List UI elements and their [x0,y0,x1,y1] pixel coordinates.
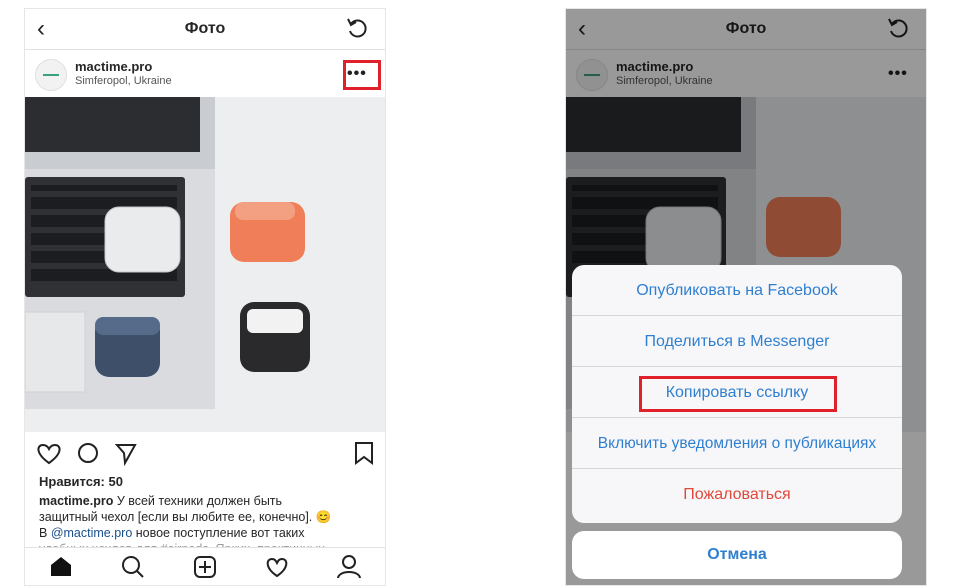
post-actions [37,442,373,467]
action-sheet: Опубликовать на Facebook Поделиться в Me… [572,265,902,523]
caption-emoji: 😊 [315,510,332,524]
turn-on-notifications-option[interactable]: Включить уведомления о публикациях [572,418,902,469]
highlight-box-more [343,60,381,90]
post-username[interactable]: mactime.pro [75,59,152,74]
like-icon[interactable] [37,443,61,465]
caption-mention[interactable]: @mactime.pro [51,526,132,540]
cancel-button[interactable]: Отмена [572,531,902,579]
bookmark-icon[interactable] [355,442,373,465]
caption-username[interactable]: mactime.pro [39,494,113,508]
share-facebook-option[interactable]: Опубликовать на Facebook [572,265,902,316]
heart-icon[interactable] [266,557,288,578]
post-photo[interactable] [25,97,385,432]
share-icon[interactable] [114,444,137,467]
post-header: mactime.pro Simferopol, Ukraine ••• [25,50,385,98]
search-icon[interactable] [122,556,144,578]
top-nav: ‹ Фото [25,9,385,50]
report-option[interactable]: Пожаловаться [572,469,902,520]
tab-bar [25,547,385,585]
refresh-icon[interactable] [345,15,371,41]
comment-icon[interactable] [78,443,98,463]
caption-text: В [39,526,51,540]
avatar[interactable] [35,59,67,91]
caption-text: защитный чехол [если вы любите ее, конеч… [39,510,313,524]
left-screen: ‹ Фото mactime.pro Simferopol, Ukraine •… [24,8,386,586]
caption-text: У всей техники должен быть [113,494,283,508]
post-location[interactable]: Simferopol, Ukraine [75,75,172,87]
page-title: Фото [184,20,226,37]
caption-text: новое поступление вот таких [132,526,305,540]
home-icon[interactable] [51,557,71,576]
profile-icon[interactable] [337,555,361,579]
add-post-icon[interactable] [194,556,216,578]
share-messenger-option[interactable]: Поделиться в Messenger [572,316,902,367]
highlight-box-copy-link [639,376,837,412]
likes-count[interactable]: Нравится: 50 [39,474,123,489]
right-screen: ‹ Фото mactime.pro Simferopol, Ukraine •… [565,8,927,586]
